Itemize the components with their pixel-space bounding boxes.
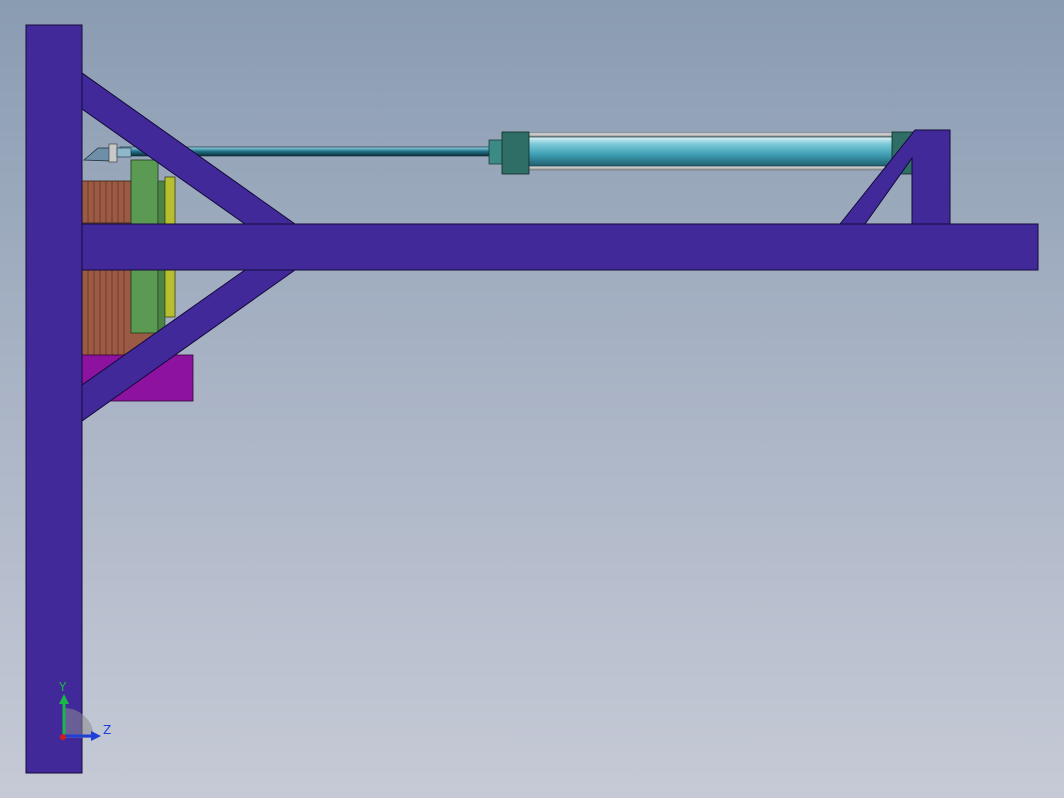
horizontal-arm-beam[interactable] [81, 223, 1039, 271]
brown-slat-block-upper[interactable] [81, 180, 133, 224]
rod-end-fitting[interactable] [116, 147, 132, 158]
coordinate-triad: Y Z [58, 680, 111, 741]
cylinder-tie-rod-top [527, 132, 895, 138]
cylinder-front-end-cap[interactable] [501, 131, 530, 175]
cad-model-scene[interactable]: Y Z [0, 0, 1064, 798]
rod-lock-nut[interactable] [108, 143, 118, 163]
rod-clevis-tip[interactable] [83, 147, 111, 162]
triad-x-axis-dot [60, 734, 66, 740]
triad-y-label: Y [58, 680, 67, 694]
cad-viewport[interactable]: Y Z [0, 0, 1064, 798]
cylinder-rod-gland[interactable] [488, 139, 504, 165]
cylinder-tie-rod-bottom [527, 165, 895, 171]
cylinder-barrel[interactable] [527, 136, 895, 167]
pneumatic-cylinder[interactable] [488, 131, 915, 175]
triad-rotation-arc [64, 708, 94, 738]
triad-z-label: Z [103, 723, 111, 737]
triad-z-arrow [91, 731, 101, 741]
vertical-column[interactable] [25, 24, 83, 774]
